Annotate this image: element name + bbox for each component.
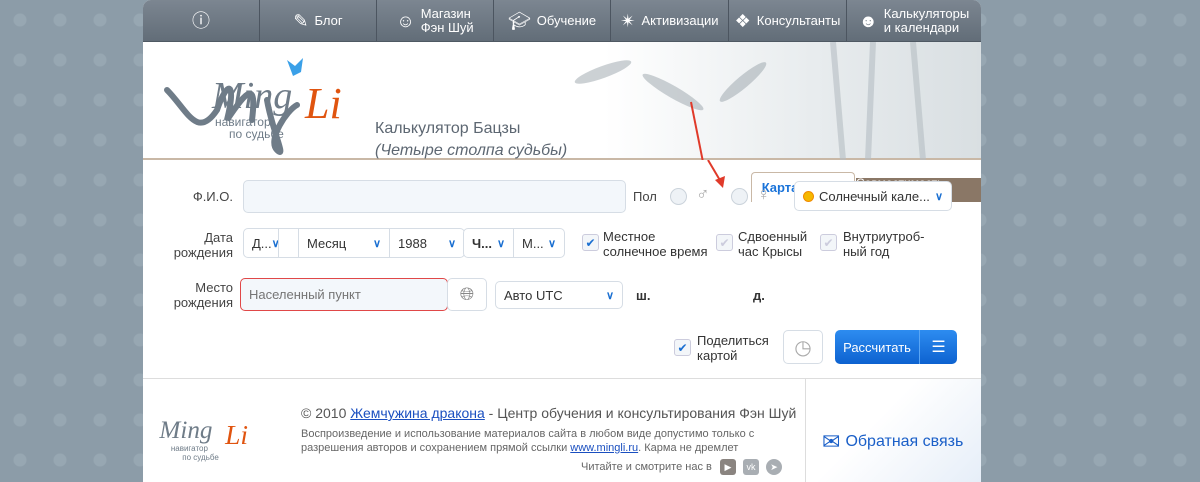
- calculate-button[interactable]: Рассчитать ☰: [835, 330, 957, 364]
- calculator-icon: ☻: [858, 10, 878, 31]
- year-select[interactable]: 1988∨: [389, 228, 465, 258]
- day-select[interactable]: Д... ∨: [243, 228, 280, 258]
- nav-blog[interactable]: ✎ Блог: [260, 0, 377, 41]
- nav-info[interactable]: ⓘ: [143, 0, 260, 41]
- svg-text:Li: Li: [304, 79, 342, 128]
- footer-logo: Ming Li навигатор по судьбе: [158, 417, 248, 462]
- site-link[interactable]: www.mingli.ru: [570, 442, 638, 454]
- svg-text:по судьбе: по судьбе: [229, 127, 284, 141]
- page-title: Калькулятор Бацзы: [375, 120, 521, 137]
- nav-consultants[interactable]: ❖ Консультанты: [729, 0, 847, 41]
- chevron-down-icon: ∨: [934, 190, 943, 203]
- double-rat-label: Сдвоенный час Крысы: [738, 229, 808, 259]
- utc-select[interactable]: Авто UTC ∨: [495, 281, 623, 309]
- nav-education[interactable]: 🎓︎ Обучение: [494, 0, 611, 41]
- month-select[interactable]: Месяц ∨: [298, 228, 390, 258]
- prenatal-label: Внутриутроб-ный год: [843, 229, 925, 259]
- latitude-label: ш.: [636, 288, 651, 303]
- vk-icon[interactable]: vk: [743, 459, 759, 475]
- nav-activations[interactable]: ✴ Активизации: [611, 0, 729, 41]
- name-label: Ф.И.О.: [192, 189, 233, 204]
- chevron-down-icon: ∨: [372, 237, 381, 250]
- sun-icon: [803, 190, 814, 202]
- svg-text:навигатор: навигатор: [171, 444, 209, 453]
- date-label: Дата рождения: [173, 230, 233, 260]
- bamboo-decoration: [574, 42, 926, 160]
- settings-sliders-icon[interactable]: ☰: [919, 330, 957, 364]
- envelope-icon: ✉: [822, 429, 841, 454]
- page-subtitle: (Четыре столпа судьбы): [375, 142, 568, 159]
- minute-select[interactable]: М... ∨: [513, 228, 565, 258]
- svg-text:Ming: Ming: [158, 417, 212, 444]
- chevron-down-icon: ∨: [605, 289, 614, 302]
- chevron-down-icon: ∨: [447, 237, 456, 250]
- feedback-panel: ✉ Обратная связь: [805, 379, 981, 482]
- gender-female-radio[interactable]: [731, 188, 748, 205]
- graduation-cap-icon: 🎓︎: [507, 10, 531, 31]
- feedback-link[interactable]: ✉ Обратная связь: [822, 429, 963, 455]
- gender-male-radio[interactable]: [670, 188, 687, 205]
- knot-icon: ❖: [734, 10, 751, 31]
- nav-shop[interactable]: ☺ Магазин Фэн Шуй: [377, 0, 494, 41]
- place-input[interactable]: [240, 278, 448, 311]
- nav-calculators[interactable]: ☻ Калькуляторы и календари: [847, 0, 981, 41]
- chevron-down-icon: ∨: [496, 237, 505, 250]
- hour-select[interactable]: Ч... ∨: [463, 228, 514, 258]
- info-icon: ⓘ: [192, 10, 210, 31]
- copyright: © 2010 Жемчужина дракона - Центр обучени…: [301, 405, 797, 421]
- history-button[interactable]: ◷: [783, 330, 823, 364]
- youtube-icon[interactable]: ▶: [720, 459, 736, 475]
- clock-icon: ◷: [794, 336, 812, 359]
- double-rat-checkbox[interactable]: ✔: [716, 234, 733, 251]
- top-nav: ⓘ ✎ Блог ☺ Магазин Фэн Шуй 🎓︎ Обучение ✴ Акт…: [143, 0, 981, 42]
- name-input[interactable]: [243, 180, 626, 213]
- calendar-select[interactable]: Солнечный кале... ∨: [794, 181, 952, 211]
- telegram-icon[interactable]: ➤: [766, 459, 782, 475]
- female-icon: ♀: [757, 184, 771, 204]
- magic-wand-icon: ✴: [620, 10, 636, 31]
- share-checkbox[interactable]: ✔: [674, 339, 691, 356]
- globe-icon: 🌐︎: [459, 284, 475, 304]
- mingli-logo: Ming Li навигатор по судьбе: [164, 58, 342, 155]
- gender-label: Пол: [633, 189, 657, 204]
- place-label: Место рождения: [173, 280, 233, 310]
- longitude-label: д.: [753, 288, 765, 303]
- blog-icon: ✎: [293, 10, 309, 31]
- male-icon: ♂: [696, 184, 710, 204]
- chevron-down-icon: ∨: [547, 237, 556, 250]
- social-label: Читайте и смотрите нас в: [581, 461, 712, 473]
- header: Ming Li навигатор по судьбе Калькулятор …: [143, 42, 981, 204]
- cat-icon: ☺: [396, 10, 415, 31]
- footer: Ming Li навигатор по судьбе © 2010 Жемчу…: [143, 378, 981, 482]
- company-link[interactable]: Жемчужина дракона: [350, 405, 485, 421]
- globe-search-button[interactable]: 🌐︎: [447, 278, 487, 311]
- svg-text:по судьбе: по судьбе: [182, 453, 219, 462]
- share-label: Поделиться картой: [697, 333, 769, 363]
- copyright-notice: Воспроизведение и использование материал…: [301, 428, 755, 454]
- svg-text:Li: Li: [224, 420, 248, 450]
- page-container: ⓘ ✎ Блог ☺ Магазин Фэн Шуй 🎓︎ Обучение ✴ Акт…: [143, 0, 981, 482]
- local-solar-checkbox[interactable]: ✔: [582, 234, 599, 251]
- svg-text:Ming: Ming: [211, 75, 292, 117]
- local-solar-label: Местное солнечное время: [603, 229, 708, 259]
- prenatal-checkbox[interactable]: ✔: [820, 234, 837, 251]
